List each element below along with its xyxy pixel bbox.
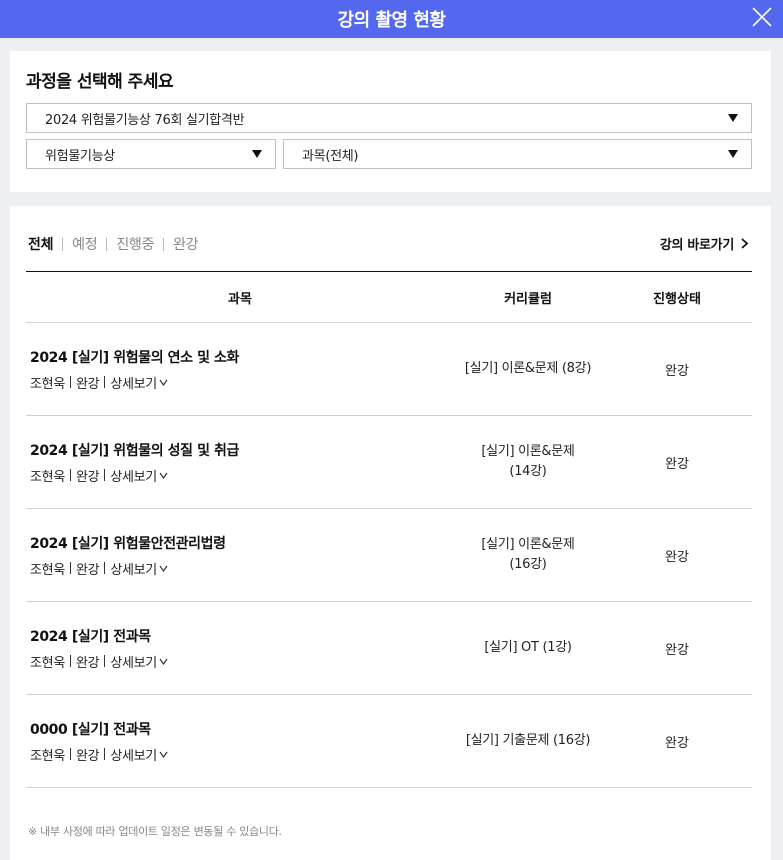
meta-divider <box>104 748 106 760</box>
chevron-down-icon <box>159 472 168 479</box>
course-dropdown[interactable]: 2024 위험물기능상 76회 실기합격반 <box>26 103 752 133</box>
row-curriculum: [실기] 기출문제 (16강) <box>465 733 591 748</box>
detail-toggle[interactable]: 상세보기 <box>110 745 168 764</box>
row-curriculum: [실기] 이론&문제 (16강) <box>481 537 575 572</box>
lecture-shortcut-label: 강의 바로가기 <box>659 238 734 253</box>
row-title: 0000 [실기] 전과목 <box>30 721 151 738</box>
meta-divider <box>104 562 106 574</box>
lecture-shortcut-link[interactable]: 강의 바로가기 <box>660 234 749 253</box>
close-button[interactable] <box>749 4 775 30</box>
detail-label: 상세보기 <box>110 748 157 764</box>
triangle-down-icon <box>728 114 738 122</box>
row-status: 완강 <box>665 456 689 472</box>
row-meta: 조현욱 완강 상세보기 <box>30 466 454 485</box>
row-subject-cell: 2024 [실기] 위험물의 연소 및 소화 조현욱 완강 상세보기 <box>26 347 454 392</box>
tab-completed[interactable]: 완강 <box>173 234 198 254</box>
detail-toggle[interactable]: 상세보기 <box>110 652 168 671</box>
row-subject-cell: 2024 [실기] 위험물안전관리법령 조현욱 완강 상세보기 <box>26 533 454 578</box>
detail-label: 상세보기 <box>110 469 157 485</box>
row-state: 완강 <box>75 748 100 764</box>
row-teacher: 조현욱 <box>30 376 65 392</box>
modal-header: 강의 촬영 현황 <box>0 0 783 38</box>
course-dropdown-value: 2024 위험물기능상 76회 실기합격반 <box>45 112 245 128</box>
modal-title: 강의 촬영 현황 <box>337 10 446 31</box>
tab-divider <box>163 237 165 251</box>
detail-label: 상세보기 <box>110 376 157 392</box>
row-title: 2024 [실기] 전과목 <box>30 628 151 645</box>
detail-label: 상세보기 <box>110 562 157 578</box>
row-subject-cell: 2024 [실기] 전과목 조현욱 완강 상세보기 <box>26 626 454 671</box>
row-state: 완강 <box>75 469 100 485</box>
chevron-right-icon <box>741 238 749 249</box>
tab-divider <box>106 237 108 251</box>
chevron-down-icon <box>159 379 168 386</box>
detail-label: 상세보기 <box>110 655 157 671</box>
table-row: 2024 [실기] 전과목 조현욱 완강 상세보기 [실기] OT (1강) 완… <box>26 602 752 695</box>
row-teacher: 조현욱 <box>30 748 65 764</box>
row-meta: 조현욱 완강 상세보기 <box>30 373 454 392</box>
row-title: 2024 [실기] 위험물의 성질 및 취급 <box>30 442 240 459</box>
row-state: 완강 <box>75 655 100 671</box>
row-meta: 조현욱 완강 상세보기 <box>30 652 454 671</box>
tab-all[interactable]: 전체 <box>28 234 53 254</box>
row-status: 완강 <box>665 363 689 379</box>
table-row: 2024 [실기] 위험물안전관리법령 조현욱 완강 상세보기 [실기] 이론&… <box>26 509 752 602</box>
meta-divider <box>104 469 106 481</box>
update-notice: ※ 내부 사정에 따라 업데이트 일정은 변동될 수 있습니다. <box>28 825 282 838</box>
row-title: 2024 [실기] 위험물의 연소 및 소화 <box>30 349 240 366</box>
row-title: 2024 [실기] 위험물안전관리법령 <box>30 535 226 552</box>
header-subject: 과목 <box>228 291 252 307</box>
triangle-down-icon <box>252 150 262 158</box>
row-teacher: 조현욱 <box>30 655 65 671</box>
row-state: 완강 <box>75 562 100 578</box>
certificate-dropdown-value: 위험물기능상 <box>45 148 115 164</box>
row-state: 완강 <box>75 376 100 392</box>
table-header: 과목 커리큘럼 진행상태 <box>26 272 752 323</box>
row-status: 완강 <box>665 735 689 751</box>
subject-dropdown-value: 과목(전체) <box>302 148 359 164</box>
triangle-down-icon <box>728 150 738 158</box>
tab-divider <box>62 237 64 251</box>
row-status: 완강 <box>665 642 689 658</box>
header-curriculum: 커리큘럼 <box>504 291 552 307</box>
meta-divider <box>69 469 71 481</box>
chevron-down-icon <box>159 565 168 572</box>
detail-toggle[interactable]: 상세보기 <box>110 373 168 392</box>
detail-toggle[interactable]: 상세보기 <box>110 466 168 485</box>
row-subject-cell: 2024 [실기] 위험물의 성질 및 취급 조현욱 완강 상세보기 <box>26 440 454 485</box>
chevron-down-icon <box>159 751 168 758</box>
row-teacher: 조현욱 <box>30 469 65 485</box>
meta-divider <box>69 376 71 388</box>
row-meta: 조현욱 완강 상세보기 <box>30 559 454 578</box>
meta-divider <box>104 376 106 388</box>
tab-scheduled[interactable]: 예정 <box>72 234 97 254</box>
meta-divider <box>104 655 106 667</box>
table-row: 2024 [실기] 위험물의 연소 및 소화 조현욱 완강 상세보기 [실기] … <box>26 323 752 416</box>
table-row: 2024 [실기] 위험물의 성질 및 취급 조현욱 완강 상세보기 [실기] … <box>26 416 752 509</box>
table-row: 0000 [실기] 전과목 조현욱 완강 상세보기 [실기] 기출문제 (16강… <box>26 695 752 788</box>
lecture-list-panel: 전체 예정 진행중 완강 강의 바로가기 과목 커리큘럼 진행상태 2024 [… <box>10 206 771 860</box>
meta-divider <box>69 655 71 667</box>
meta-divider <box>69 562 71 574</box>
row-curriculum: [실기] 이론&문제 (8강) <box>464 361 592 376</box>
tab-in-progress[interactable]: 진행중 <box>116 234 154 254</box>
filter-tabs: 전체 예정 진행중 완강 <box>28 234 199 254</box>
chevron-down-icon <box>159 658 168 665</box>
close-icon <box>752 7 772 27</box>
header-status: 진행상태 <box>653 291 701 307</box>
selector-title: 과정을 선택해 주세요 <box>26 72 174 92</box>
row-curriculum: [실기] OT (1강) <box>484 640 572 655</box>
row-meta: 조현욱 완강 상세보기 <box>30 745 454 764</box>
row-subject-cell: 0000 [실기] 전과목 조현욱 완강 상세보기 <box>26 719 454 764</box>
detail-toggle[interactable]: 상세보기 <box>110 559 168 578</box>
row-teacher: 조현욱 <box>30 562 65 578</box>
lecture-table: 과목 커리큘럼 진행상태 2024 [실기] 위험물의 연소 및 소화 조현욱 … <box>26 271 752 788</box>
row-status: 완강 <box>665 549 689 565</box>
subject-dropdown[interactable]: 과목(전체) <box>283 139 752 169</box>
certificate-dropdown[interactable]: 위험물기능상 <box>26 139 276 169</box>
course-selector-panel: 과정을 선택해 주세요 2024 위험물기능상 76회 실기합격반 위험물기능상… <box>10 51 771 192</box>
meta-divider <box>69 748 71 760</box>
row-curriculum: [실기] 이론&문제 (14강) <box>481 444 575 479</box>
